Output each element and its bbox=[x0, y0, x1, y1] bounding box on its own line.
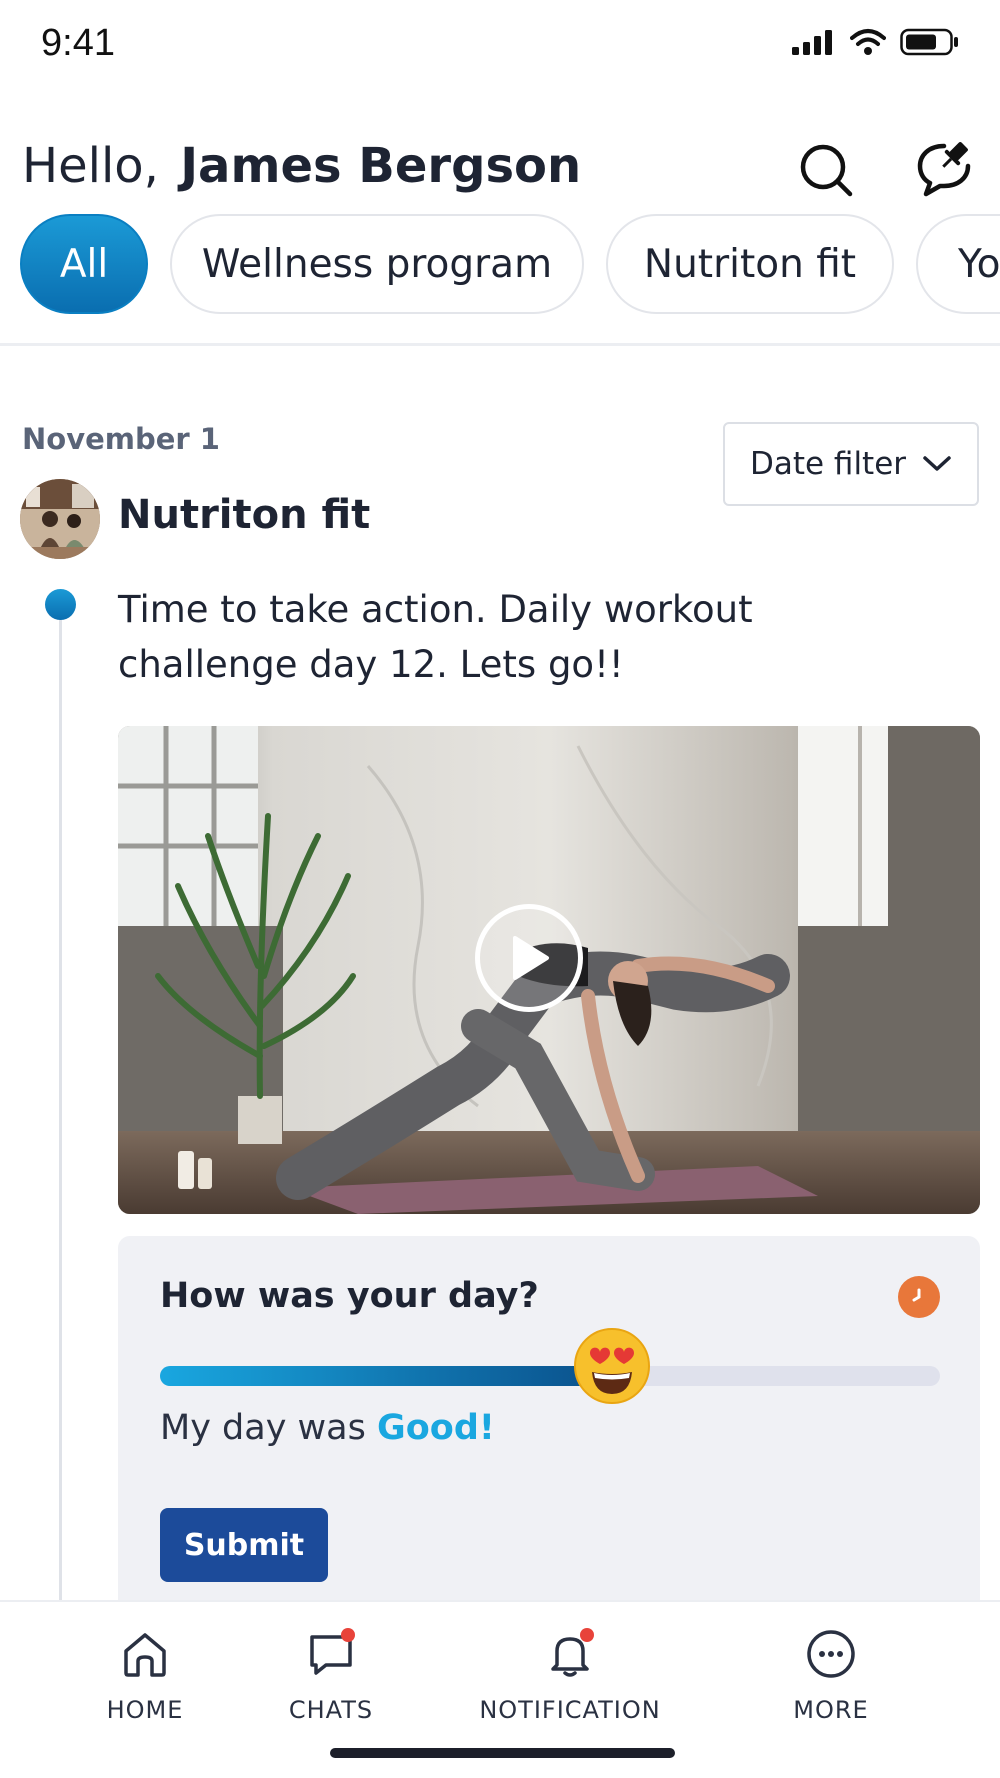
nav-home-label: HOME bbox=[106, 1696, 184, 1724]
heart-eyes-emoji-icon bbox=[574, 1328, 651, 1404]
play-icon bbox=[513, 936, 549, 980]
status-time: 9:41 bbox=[41, 22, 115, 64]
nav-chats[interactable]: CHATS bbox=[281, 1624, 381, 1724]
workout-video[interactable] bbox=[118, 726, 980, 1214]
status-icons bbox=[792, 28, 960, 56]
more-icon bbox=[807, 1630, 855, 1678]
nav-chats-label: CHATS bbox=[288, 1696, 374, 1724]
nav-more[interactable]: MORE bbox=[786, 1624, 876, 1724]
greeting-hello: Hello, bbox=[22, 138, 159, 194]
chip-nutrition-fit[interactable]: Nutriton fit bbox=[606, 214, 894, 314]
greeting: Hello, James Bergson bbox=[22, 138, 581, 194]
notification-badge bbox=[580, 1628, 594, 1642]
search-icon bbox=[800, 144, 853, 197]
filter-chips: All Wellness program Nutriton fit Yo bbox=[0, 214, 1000, 314]
mood-question: How was your day? bbox=[160, 1276, 539, 1316]
mood-result: My day was Good! bbox=[160, 1408, 495, 1448]
mood-result-prefix: My day was bbox=[160, 1408, 366, 1448]
header: Hello, James Bergson bbox=[0, 130, 1000, 210]
date-filter-dropdown[interactable]: Date filter bbox=[723, 422, 979, 506]
mood-slider-fill bbox=[160, 1366, 613, 1386]
chip-wellness-program[interactable]: Wellness program bbox=[170, 214, 584, 314]
play-button[interactable] bbox=[475, 904, 583, 1012]
search-button[interactable] bbox=[792, 136, 860, 204]
clock-icon bbox=[898, 1276, 940, 1318]
wifi-icon bbox=[850, 29, 886, 55]
chats-badge bbox=[341, 1628, 355, 1642]
timeline-dot bbox=[45, 589, 76, 620]
timeline-line bbox=[59, 605, 62, 1605]
mood-slider-thumb[interactable] bbox=[572, 1326, 652, 1406]
nav-notification-label: NOTIFICATION bbox=[479, 1696, 661, 1724]
divider bbox=[0, 343, 1000, 346]
nav-more-label: MORE bbox=[793, 1696, 869, 1724]
bottom-navigation: HOME CHATS NOTIFICATION MORE bbox=[0, 1600, 1000, 1778]
chip-partial[interactable]: Yo bbox=[916, 214, 1000, 314]
status-bar: 9:41 bbox=[0, 0, 1000, 100]
chat-pin-icon bbox=[917, 142, 971, 197]
chip-all[interactable]: All bbox=[20, 214, 148, 314]
nav-home[interactable]: HOME bbox=[100, 1624, 190, 1724]
avatar-image bbox=[20, 479, 100, 559]
feed-date: November 1 bbox=[22, 422, 220, 456]
user-name: James Bergson bbox=[180, 138, 582, 194]
signal-icon bbox=[792, 30, 832, 55]
date-filter-label: Date filter bbox=[749, 446, 907, 482]
nav-notification[interactable]: NOTIFICATION bbox=[470, 1624, 670, 1724]
mood-slider[interactable] bbox=[160, 1328, 940, 1404]
pinned-chats-button[interactable] bbox=[912, 136, 980, 204]
home-icon bbox=[124, 1633, 166, 1677]
submit-button[interactable]: Submit bbox=[160, 1508, 328, 1582]
post-author-name[interactable]: Nutriton fit bbox=[118, 492, 370, 538]
chevron-down-icon bbox=[923, 456, 951, 471]
mood-card: How was your day? My day was Good! Submi… bbox=[118, 1236, 980, 1616]
battery-icon bbox=[900, 28, 958, 56]
home-indicator bbox=[330, 1748, 675, 1758]
mood-result-value: Good! bbox=[377, 1408, 495, 1448]
post-text: Time to take action. Daily workout chall… bbox=[118, 588, 753, 686]
author-avatar[interactable] bbox=[20, 479, 100, 559]
